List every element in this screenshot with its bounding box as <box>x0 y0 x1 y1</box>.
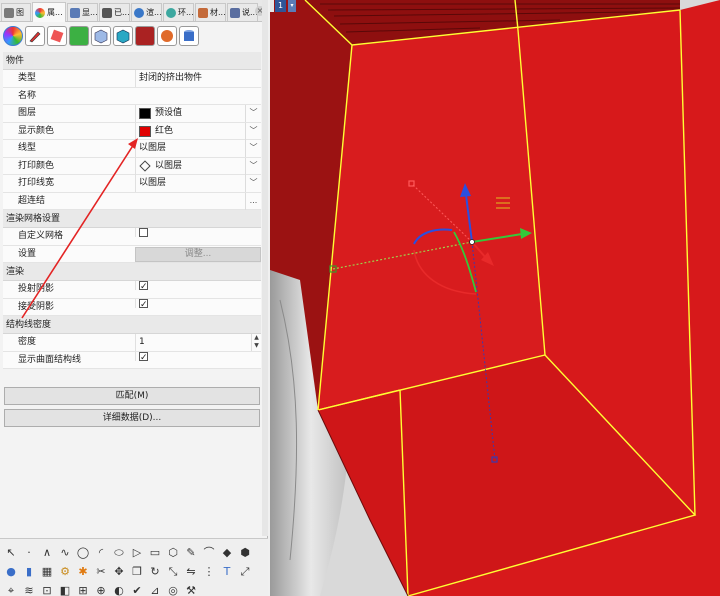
layer-tool-icon[interactable]: ≋ <box>21 583 37 596</box>
explode-icon[interactable]: ✱ <box>75 564 91 580</box>
select-arrow-icon[interactable]: ↖ <box>3 545 19 561</box>
lock-icon[interactable]: ⊡ <box>39 583 55 596</box>
gear-icon[interactable]: ⚙ <box>57 564 73 580</box>
viewport-number-label[interactable]: 1 <box>275 0 287 12</box>
scale-icon[interactable]: ⤡ <box>165 564 181 580</box>
hide-icon[interactable]: ◧ <box>57 583 73 596</box>
point-icon[interactable]: · <box>21 545 37 561</box>
text-icon[interactable]: T <box>219 564 235 580</box>
options-icon[interactable]: ⚒ <box>183 583 199 596</box>
check-icon[interactable]: ✔ <box>129 583 145 596</box>
solid-icon[interactable]: ● <box>3 564 19 580</box>
polyline-icon[interactable]: ∧ <box>39 545 55 561</box>
curve-icon[interactable]: ∿ <box>57 545 73 561</box>
ellipse-icon[interactable]: ⬭ <box>111 545 127 561</box>
properties-panel: 图 属... 显... 已... 渲... 环... 材... 说... × 物… <box>0 0 268 596</box>
copy-icon[interactable]: ❐ <box>129 564 145 580</box>
command-toolbar: ↖ · ∧ ∿ ◯ ◜ ⬭ ▷ ▭ ⬡ ✎ ⌒ ◆ ⬢ ● ▮ ▦ ⚙ ✱ ✂ … <box>0 538 268 596</box>
rectangle-icon[interactable]: ▭ <box>147 545 163 561</box>
rotate-icon[interactable]: ↻ <box>147 564 163 580</box>
dimension-icon[interactable]: ⤢ <box>237 564 253 580</box>
group-icon[interactable]: ⊞ <box>75 583 91 596</box>
measure-icon[interactable]: ⊿ <box>147 583 163 596</box>
freeform-icon[interactable]: ✎ <box>183 545 199 561</box>
triangle-icon[interactable]: ▷ <box>129 545 145 561</box>
analyze-icon[interactable]: ⊕ <box>93 583 109 596</box>
arc-icon[interactable]: ◜ <box>93 545 109 561</box>
render-tool-icon[interactable]: ◐ <box>111 583 127 596</box>
mesh-icon[interactable]: ▦ <box>39 564 55 580</box>
perspective-viewport[interactable] <box>270 0 720 596</box>
surface-icon[interactable]: ◆ <box>219 545 235 561</box>
snap-icon[interactable]: ⌖ <box>3 583 19 596</box>
view-icon[interactable]: ◎ <box>165 583 181 596</box>
box-icon[interactable]: ⬢ <box>237 545 253 561</box>
array-icon[interactable]: ⋮ <box>201 564 217 580</box>
viewport-scene[interactable] <box>270 0 720 596</box>
mirror-icon[interactable]: ⇋ <box>183 564 199 580</box>
cylinder-tool-icon[interactable]: ▮ <box>21 564 37 580</box>
box-inner-face <box>318 30 545 410</box>
trim-icon[interactable]: ✂ <box>93 564 109 580</box>
move-icon[interactable]: ✥ <box>111 564 127 580</box>
polygon-icon[interactable]: ⬡ <box>165 545 181 561</box>
annotation-arrow <box>21 138 138 319</box>
viewport-menu-arrow-icon[interactable]: ▾ <box>288 0 296 12</box>
fillet-icon[interactable]: ⌒ <box>201 545 217 561</box>
circle-icon[interactable]: ◯ <box>75 545 91 561</box>
